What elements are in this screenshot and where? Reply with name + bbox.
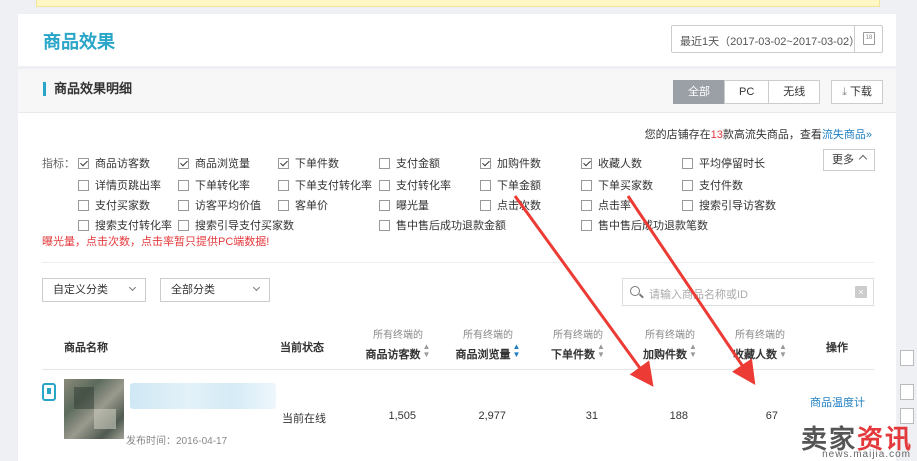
annotation-arrows xyxy=(513,195,756,387)
annotation-arrow xyxy=(626,195,756,385)
annotation-arrow xyxy=(513,195,654,387)
watermark: 卖家资讯 news.maijia.com xyxy=(800,424,913,460)
